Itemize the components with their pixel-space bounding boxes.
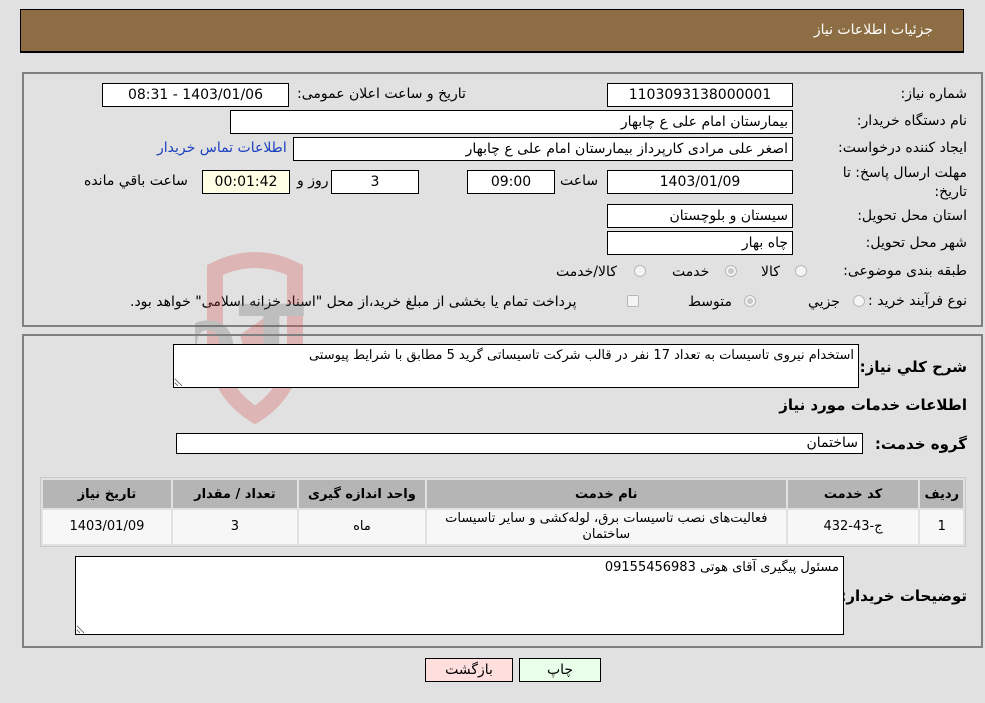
process-minor-radio[interactable] bbox=[853, 295, 865, 307]
buyer-notes-textarea[interactable]: مسئول پیگیری آقای هوتی 09155456983 bbox=[75, 556, 844, 635]
buyer-notes-label: توضیحات خریدار: bbox=[840, 587, 967, 605]
treasury-checkbox[interactable] bbox=[627, 295, 639, 307]
process-medium-radio[interactable] bbox=[744, 295, 756, 307]
table-header-row: ردیف کد خدمت نام خدمت واحد اندازه گیری ت… bbox=[43, 480, 963, 508]
requester-label: ایجاد کننده درخواست: bbox=[838, 140, 967, 156]
services-section-title: اطلاعات خدمات مورد نياز bbox=[779, 396, 967, 414]
province-label: استان محل تحویل: bbox=[857, 208, 967, 224]
col-date-header: تاریخ نیاز bbox=[43, 480, 171, 508]
treasury-note: پرداخت تمام یا بخشی از مبلغ خرید،از محل … bbox=[130, 294, 577, 310]
days-label: روز و bbox=[297, 173, 329, 189]
buyer-org-label: نام دستگاه خریدار: bbox=[856, 113, 967, 129]
col-row-header: ردیف bbox=[920, 480, 963, 508]
category-service-label: خدمت bbox=[672, 264, 710, 280]
service-group-field: ساختمان bbox=[176, 433, 863, 454]
category-service-radio[interactable] bbox=[725, 265, 737, 277]
deadline-label: مهلت ارسال پاسخ: تا تاریخ: bbox=[842, 165, 967, 200]
cell-code: ج-43-432 bbox=[787, 510, 919, 544]
col-quantity-header: تعداد / مقدار bbox=[172, 480, 297, 508]
requester-field: اصغر علی مرادی کارپرداز بیمارستان امام ع… bbox=[293, 137, 793, 161]
process-medium-label: متوسط bbox=[688, 294, 732, 310]
services-table: ردیف کد خدمت نام خدمت واحد اندازه گیری ت… bbox=[40, 477, 966, 547]
page-title: جزئیات اطلاعات نیاز bbox=[813, 22, 933, 38]
print-button[interactable]: چاپ bbox=[519, 658, 601, 682]
deadline-date-field: 1403/01/09 bbox=[607, 170, 793, 194]
time-remaining-label: ساعت باقي مانده bbox=[84, 173, 188, 189]
province-field: سیستان و بلوچستان bbox=[607, 204, 793, 228]
cell-unit: ماه bbox=[298, 510, 425, 544]
days-remaining-field: 3 bbox=[331, 170, 419, 194]
buyer-contact-link[interactable]: اطلاعات تماس خریدار bbox=[157, 140, 287, 156]
cell-name: فعالیت‌های نصب تاسیسات برق، لوله‌کشی و س… bbox=[426, 510, 786, 544]
city-label: شهر محل تحویل: bbox=[865, 235, 967, 251]
buyer-org-field: بیمارستان امام علی ع چابهار bbox=[230, 110, 793, 134]
need-number-field: 1103093138000001 bbox=[607, 83, 793, 107]
col-code-header: کد خدمت bbox=[787, 480, 919, 508]
description-textarea[interactable]: استخدام نیروی تاسیسات به تعداد 17 نفر در… bbox=[173, 344, 859, 388]
process-minor-label: جزيي bbox=[808, 294, 840, 310]
city-field: چاه بهار bbox=[607, 231, 793, 255]
category-label: طبقه بندی موضوعی: bbox=[843, 263, 967, 279]
table-row: 1 ج-43-432 فعالیت‌های نصب تاسیسات برق، ل… bbox=[43, 510, 963, 544]
category-goods-radio[interactable] bbox=[795, 265, 807, 277]
col-unit-header: واحد اندازه گیری bbox=[298, 480, 425, 508]
category-goods-service-label: کالا/خدمت bbox=[556, 264, 617, 280]
cell-row: 1 bbox=[920, 510, 963, 544]
cell-date: 1403/01/09 bbox=[43, 510, 171, 544]
announce-datetime-field: 1403/01/06 - 08:31 bbox=[102, 83, 289, 107]
back-button[interactable]: بازگشت bbox=[425, 658, 513, 682]
process-type-label: نوع فرآیند خرید : bbox=[868, 293, 967, 309]
announce-datetime-label: تاریخ و ساعت اعلان عمومی: bbox=[297, 86, 466, 102]
cell-quantity: 3 bbox=[172, 510, 297, 544]
deadline-time-label: ساعت bbox=[560, 173, 599, 189]
category-goods-service-radio[interactable] bbox=[634, 265, 646, 277]
description-label: شرح کلي نياز: bbox=[859, 358, 967, 376]
page-header: جزئیات اطلاعات نیاز bbox=[20, 9, 964, 53]
category-goods-label: کالا bbox=[761, 264, 780, 280]
service-group-label: گروه خدمت: bbox=[874, 435, 967, 453]
col-name-header: نام خدمت bbox=[426, 480, 786, 508]
need-number-label: شماره نیاز: bbox=[900, 86, 968, 102]
time-remaining-field: 00:01:42 bbox=[202, 170, 290, 194]
deadline-time-field: 09:00 bbox=[467, 170, 555, 194]
